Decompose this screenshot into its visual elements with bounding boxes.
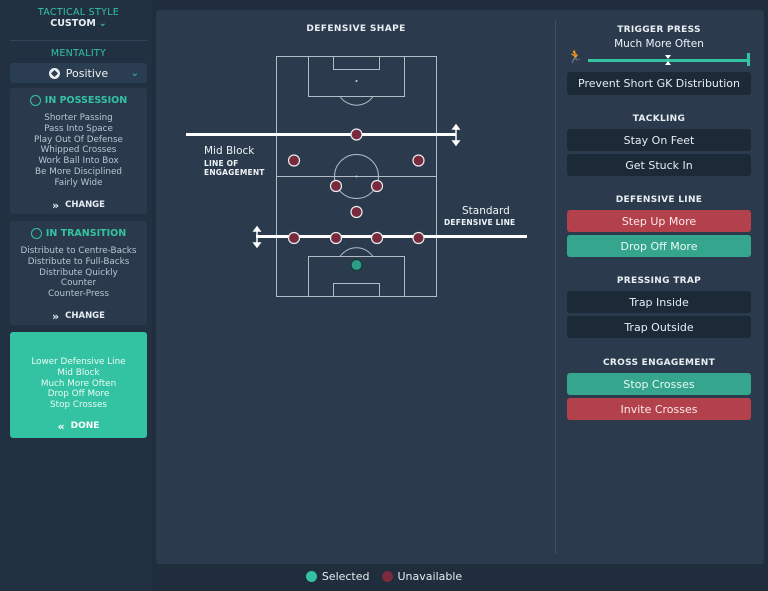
tackling-title: TACKLING <box>632 114 686 124</box>
top-six-yard-box <box>333 56 380 70</box>
top-penalty-box <box>308 56 405 97</box>
legend-selected: Selected <box>305 570 370 583</box>
defensive-line-value: Standard <box>462 205 510 217</box>
unavailable-dot-icon <box>381 571 393 582</box>
legend-selected-label: Selected <box>321 570 370 583</box>
engagement-value: Mid Block <box>204 145 255 157</box>
step-up-more-button[interactable]: Step Up More <box>567 210 751 232</box>
running-player-icon: 🏃 <box>567 50 584 65</box>
player-marker <box>412 231 425 245</box>
legend-unavailable: Unavailable <box>381 570 463 583</box>
player-marker <box>370 179 384 193</box>
player-marker <box>329 231 343 245</box>
player-marker <box>287 154 301 167</box>
legend-unavailable-label: Unavailable <box>397 570 463 583</box>
player-marker <box>412 154 425 167</box>
top-penalty-arc <box>339 96 374 106</box>
defensive-line-title: DEFENSIVE LINE <box>615 195 703 205</box>
goalkeeper-marker <box>350 258 363 272</box>
pressing-trap-title: PRESSING TRAP <box>616 276 702 286</box>
player-marker <box>329 179 343 193</box>
player-marker <box>350 128 363 141</box>
cross-engagement-title: CROSS ENGAGEMENT <box>602 358 716 368</box>
drop-off-more-button[interactable]: Drop Off More <box>567 235 751 257</box>
prevent-short-gk-button[interactable]: Prevent Short GK Distribution <box>567 72 751 95</box>
trap-inside-button[interactable]: Trap Inside <box>567 291 751 313</box>
trap-outside-button[interactable]: Trap Outside <box>567 316 751 338</box>
player-marker <box>350 205 363 219</box>
player-marker <box>370 231 384 245</box>
slider-end-cap <box>747 53 750 66</box>
bottom-six-yard-box <box>333 283 380 297</box>
engagement-caption: ENGAGEMENT <box>204 168 265 177</box>
stop-crosses-button[interactable]: Stop Crosses <box>567 373 751 395</box>
stay-on-feet-button[interactable]: Stay On Feet <box>567 129 751 151</box>
trigger-press-title: TRIGGER PRESS <box>617 25 701 35</box>
player-marker <box>287 231 301 245</box>
legend: Selected Unavailable <box>0 570 768 583</box>
centre-spot <box>355 175 358 178</box>
defensive-line-caption: DEFENSIVE LINE <box>444 218 516 227</box>
selected-dot-icon <box>305 571 317 582</box>
invite-crosses-button[interactable]: Invite Crosses <box>567 398 751 420</box>
penalty-spot <box>355 80 358 82</box>
slider-handle[interactable] <box>660 52 676 68</box>
trigger-press-value: Much More Often <box>614 38 704 50</box>
engagement-caption: LINE OF <box>204 159 239 168</box>
bottom-penalty-arc <box>339 247 374 257</box>
get-stuck-in-button[interactable]: Get Stuck In <box>567 154 751 176</box>
